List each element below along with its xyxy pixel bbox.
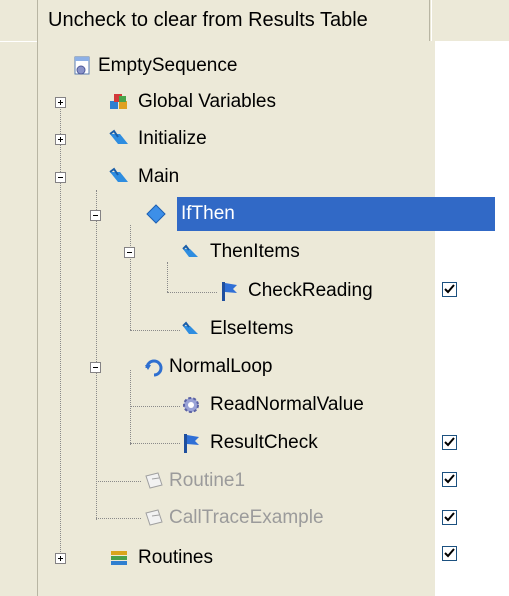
left-gutter [0,0,38,596]
tree-item-routines[interactable]: Routines [108,541,213,575]
flag-icon [218,280,240,302]
tree-item-label: ResultCheck [210,432,318,453]
tree-line [167,262,169,292]
folder-step-icon [180,318,202,340]
column-header: Uncheck to clear from Results Table [38,0,509,42]
tree-item-initialize[interactable]: Initialize [108,122,207,156]
tree-item-label: IfThen [181,203,235,224]
tree-line [96,518,141,520]
tree-item-label: CallTraceExample [169,507,324,528]
collapse-toggle[interactable] [124,247,135,258]
tree-item-ifthen[interactable]: IfThen [177,197,495,231]
tree-item-label: Global Variables [138,91,277,112]
tree-item-elseitems[interactable]: ElseItems [180,312,293,346]
result-checkbox[interactable] [442,472,457,487]
routine-icon [143,507,165,529]
collapse-toggle[interactable] [55,172,66,183]
stepgroup-icon [108,128,130,150]
header-blank-column [431,0,509,41]
tree-item-calltraceexample[interactable]: CallTraceExample [143,501,324,535]
loop-icon [143,356,165,378]
tree-line [96,190,98,520]
tree-line [130,225,132,330]
sequence-file-icon [72,55,94,77]
tree-item-global-variables[interactable]: Global Variables [108,85,276,119]
routine-icon [143,470,165,492]
collapse-toggle[interactable] [90,362,101,373]
tree-item-main[interactable]: Main [108,160,179,194]
tree-item-readnormalvalue[interactable]: ReadNormalValue [180,388,364,422]
tree-item-label: Routines [138,547,213,568]
variables-icon [108,91,130,113]
tree-item-routine1[interactable]: Routine1 [143,464,245,498]
tree-item-label: Main [138,166,180,187]
result-checkbox[interactable] [442,435,457,450]
tree-item-label: NormalLoop [169,356,273,377]
header-caption: Uncheck to clear from Results Table [38,0,430,41]
sequence-tree-view: Uncheck to clear from Results Table Empt… [0,0,509,596]
tree-item-resultcheck[interactable]: ResultCheck [180,426,318,460]
result-checkbox[interactable] [442,282,457,297]
stepgroup-icon [108,166,130,188]
tree-line [130,406,180,408]
flag-icon [180,432,202,454]
collapse-toggle[interactable] [90,210,101,221]
tree-item-normalloop[interactable]: NormalLoop [143,350,273,384]
tree-line [130,330,180,332]
expand-toggle[interactable] [55,553,66,564]
tree-item-label: EmptySequence [98,55,238,76]
tree-item-thenitems[interactable]: ThenItems [180,235,300,269]
books-icon [108,547,130,569]
gear-icon [180,394,202,416]
expand-toggle[interactable] [55,97,66,108]
expand-toggle[interactable] [55,134,66,145]
result-checkbox[interactable] [442,546,457,561]
tree-line [96,481,141,483]
result-checkbox[interactable] [442,510,457,525]
tree-item-label: ElseItems [210,318,294,339]
tree-item-label: Initialize [138,128,207,149]
tree-item-label: ThenItems [210,241,300,262]
tree-item-label: ReadNormalValue [210,394,364,415]
diamond-icon [145,197,177,231]
tree-line [167,292,217,294]
tree-item-label: Routine1 [169,470,246,491]
folder-step-icon [180,241,202,263]
tree-item-label: CheckReading [248,280,373,301]
tree-item-emptysequence[interactable]: EmptySequence [72,49,237,83]
tree-line [130,443,180,445]
tree-item-checkreading[interactable]: CheckReading [218,274,373,308]
